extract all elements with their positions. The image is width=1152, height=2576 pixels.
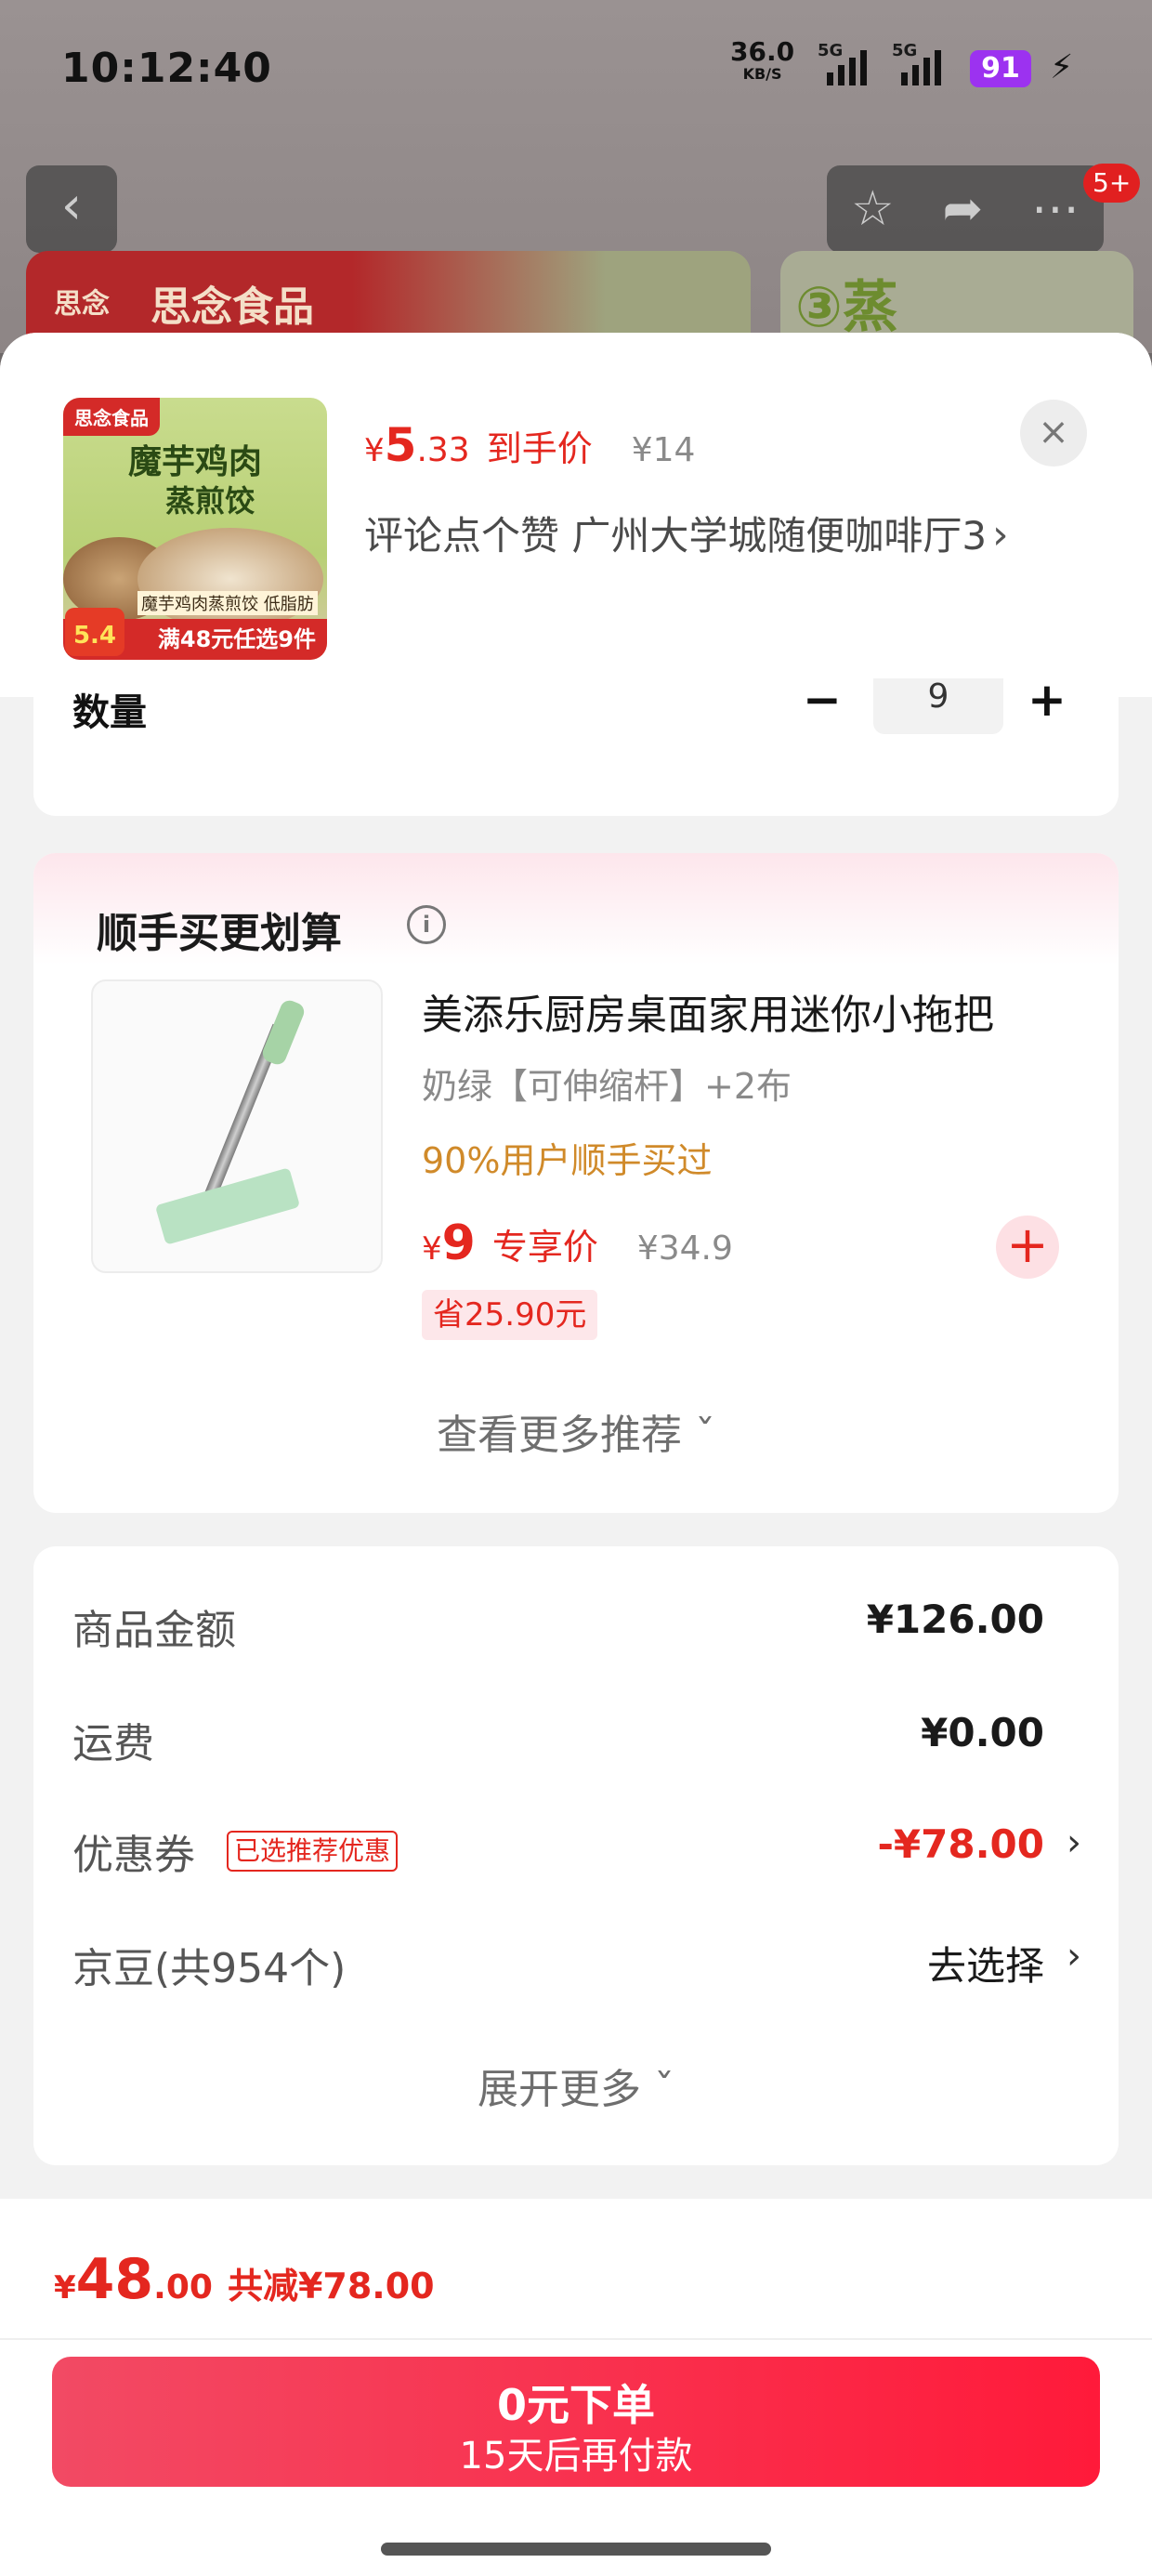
original-price: ¥14 [631,431,696,469]
info-icon[interactable]: i [407,905,446,944]
quantity-plus-button[interactable]: + [1028,673,1067,727]
chevron-right-icon: › [1067,1935,1081,1978]
cart-badge: 5+ [1083,164,1141,203]
total-price: ¥ 48 .00 共减¥78.00 [54,2247,435,2312]
thumb-subtitle: 魔芋鸡肉蒸煎饺 低脂肪 [137,591,318,615]
summary-row-coupon[interactable]: 优惠券 已选推荐优惠 -¥78.00 › [72,1821,1081,1896]
quantity-card: 数量 − 9 + [33,673,1119,816]
signal-icon: 5G [818,41,867,85]
more-recommendations-link[interactable]: 查看更多推荐 ˇ [33,1401,1119,1461]
summary-row-shipping: 运费 ¥0.00 [72,1710,1081,1784]
recommend-price-currency: ¥ [422,1230,442,1268]
thumb-title-2: 蒸煎饺 [165,483,255,519]
recommend-original-price: ¥34.9 [636,1229,733,1268]
chevron-right-icon: › [1067,1821,1081,1864]
star-icon[interactable]: ☆ [851,181,895,237]
recommend-price: ¥ 9 专享价 ¥34.9 [422,1216,733,1271]
price-decimal: .33 [416,431,470,469]
price-summary-card: 商品金额 ¥126.00 运费 ¥0.00 优惠券 已选推荐优惠 -¥78.00… [33,1546,1119,2165]
total-decimal: .00 [153,2268,213,2307]
chevron-right-icon[interactable]: › [992,511,1009,559]
status-time: 10:12:40 [61,45,272,92]
quantity-minus-button[interactable]: − [803,673,842,727]
recommend-card: 顺手买更划算 i 美添乐厨房桌面家用迷你小拖把 奶绿【可伸缩杆】+2布 90%用… [33,853,1119,1513]
summary-row-jingdou[interactable]: 京豆(共954个) 去选择 › [72,1935,1081,2009]
signal-icon-2: 5G [892,41,941,85]
thumb-title-1: 魔芋鸡肉 [128,443,263,481]
final-price: ¥ 5 .33 到手价 ¥14 [364,418,695,474]
thumb-brand: 思念食品 [63,398,160,436]
battery-indicator: 91 [970,50,1031,87]
recommend-item-spec: 奶绿【可伸缩杆】+2布 [422,1066,792,1107]
add-to-order-button[interactable]: + [996,1216,1059,1279]
price-label: 到手价 [486,428,593,469]
price-integer: 5 [384,418,417,472]
savings-badge: 省25.90元 [422,1290,598,1340]
quantity-input[interactable]: 9 [873,678,1003,734]
chevron-left-icon: ‹ [60,176,83,236]
background-banner: 思念 思念食品 [26,251,751,344]
coupon-tag: 已选推荐优惠 [227,1831,399,1872]
charging-icon: ⚡ [1050,48,1074,86]
banner-logo: 思念 [54,288,110,321]
recommend-price-value: 9 [441,1216,476,1271]
summary-label: 京豆(共954个) [72,1945,347,1992]
home-indicator[interactable] [381,2543,771,2556]
summary-label: 优惠券 [72,1832,195,1879]
network-speed: 36.0 KB/S [730,39,794,85]
summary-value: ¥126.00 [866,1597,1044,1642]
price-currency: ¥ [364,432,385,469]
divider [0,2338,1152,2340]
banner-brand: 思念食品 [151,283,314,331]
summary-label: 商品金额 [72,1607,236,1654]
close-button[interactable]: × [1020,400,1087,467]
thumb-price-badge: 5.4 [65,608,124,656]
summary-value: -¥78.00 [877,1821,1044,1867]
sim1-label: 5G [818,41,844,60]
recommend-price-label: 专享价 [491,1227,598,1268]
recommend-item-image[interactable] [91,979,383,1273]
recommend-title: 顺手买更划算 [97,910,342,957]
top-action-bar: ☆ ➦ ⋯ [827,165,1104,253]
summary-label: 运费 [72,1720,154,1768]
summary-value: ¥0.00 [921,1710,1044,1755]
mop-grip [259,997,308,1068]
expand-more-link[interactable]: 展开更多 ˇ [33,2056,1119,2115]
more-icon[interactable]: ⋯ [1031,181,1080,237]
submit-order-label: 0元下单 [496,2380,655,2430]
total-currency: ¥ [54,2269,76,2307]
back-button[interactable]: ‹ [26,165,117,253]
total-integer: 48 [75,2247,154,2312]
product-thumbnail: 思念食品 魔芋鸡肉 蒸煎饺 魔芋鸡肉蒸煎饺 低脂肪 满48元任选9件 5.4 [63,398,327,660]
summary-value: 去选择 [926,1943,1044,1989]
checkout-bar: ¥ 48 .00 共减¥78.00 0元下单 15天后再付款 [0,2199,1152,2576]
mop-head [154,1167,301,1245]
side-card-text: ③蒸 [795,275,898,340]
close-icon: × [1038,411,1069,453]
quantity-label: 数量 [72,691,147,734]
order-sheet: 思念食品 魔芋鸡肉 蒸煎饺 魔芋鸡肉蒸煎饺 低脂肪 满48元任选9件 5.4 ¥… [0,333,1152,2576]
recommend-item-name[interactable]: 美添乐厨房桌面家用迷你小拖把 [422,981,994,1041]
total-discount: 共减¥78.00 [227,2266,435,2307]
summary-row-goods: 商品金额 ¥126.00 [72,1597,1081,1671]
sim2-label: 5G [892,41,918,60]
recommend-social-proof: 90%用户顺手买过 [422,1140,713,1181]
status-bar: 10:12:40 36.0 KB/S 5G 5G 91 ⚡ [0,0,1152,139]
submit-order-button[interactable]: 0元下单 15天后再付款 [52,2357,1100,2487]
share-icon[interactable]: ➦ [943,181,984,237]
selected-spec[interactable]: 评论点个赞 广州大学城随便咖啡厅3 [364,509,1005,563]
submit-order-sublabel: 15天后再付款 [459,2435,693,2477]
product-header: 思念食品 魔芋鸡肉 蒸煎饺 魔芋鸡肉蒸煎饺 低脂肪 满48元任选9件 5.4 ¥… [0,333,1152,697]
